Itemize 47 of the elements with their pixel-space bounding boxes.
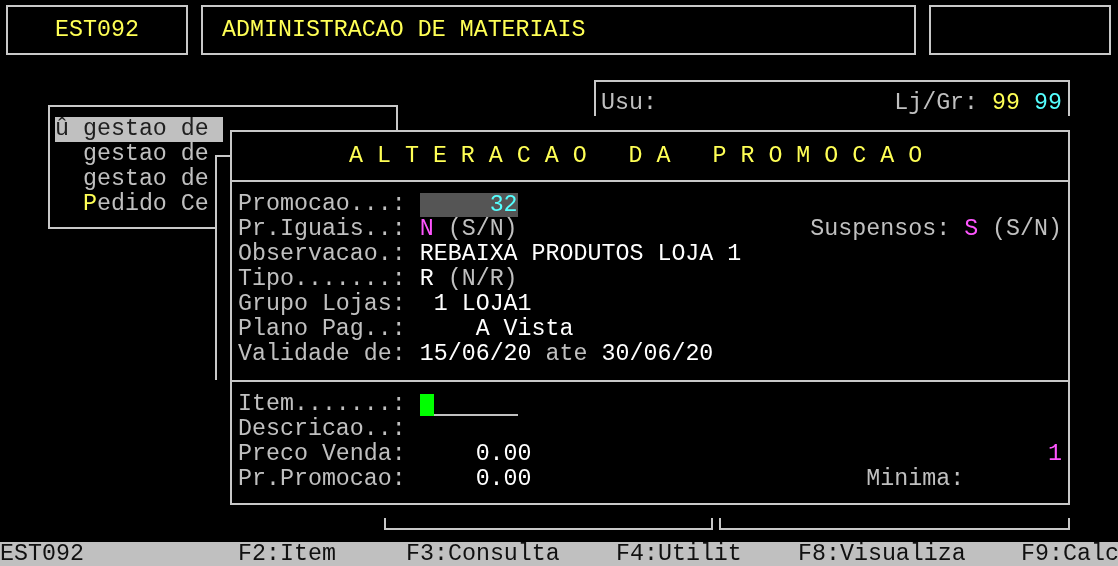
field-label: Item.......: <box>238 392 407 417</box>
field-label: Grupo Lojas: <box>238 292 407 317</box>
field-label: Pr.Promocao: <box>238 467 407 492</box>
promotion-number-field[interactable]: 32 <box>419 192 518 217</box>
field-label: Validade de: <box>238 342 407 367</box>
function-key-hint[interactable]: F4:Utilit <box>616 542 798 566</box>
date-value: 15/06/20 <box>419 342 532 367</box>
field-label: Observacao.: <box>238 242 407 267</box>
function-key-hint[interactable]: F3:Consulta <box>406 542 616 566</box>
menu-item[interactable]: gestao de <box>55 167 209 192</box>
field-value: N <box>419 217 434 242</box>
field-label: Plano Pag..: <box>238 317 407 342</box>
store-number: 99 <box>992 90 1021 116</box>
date-value: 30/06/20 <box>601 342 714 367</box>
field-label: Suspensos: <box>810 217 951 242</box>
program-code: EST092 <box>55 17 139 43</box>
field-label: Promocao...: <box>238 192 407 217</box>
system-title: ADMINISTRACAO DE MATERIAIS <box>222 17 586 43</box>
program-code: EST092 <box>0 542 85 566</box>
menu-item[interactable]: gestao de <box>55 142 209 167</box>
function-key-hint[interactable]: F9:Calc <box>1021 542 1118 566</box>
field-value: 1 <box>1048 442 1062 467</box>
field-hint: (S/N) <box>992 217 1062 242</box>
field-hint: (N/R) <box>447 267 518 292</box>
dialog-title: A L T E R A C A O D A P R O M O C A O <box>349 143 923 169</box>
menu-item[interactable]: û gestao de <box>55 117 223 142</box>
field-value: A Vista <box>474 317 574 342</box>
price-value: 0.00 <box>475 467 532 492</box>
function-key-hint[interactable]: F2:Item <box>238 542 406 566</box>
store-label: Lj/Gr: <box>894 90 979 116</box>
field-label: Pr.Iguais..: <box>238 217 407 242</box>
field-value: S <box>964 217 979 242</box>
field-value: REBAIXA PRODUTOS LOJA 1 <box>419 242 742 267</box>
field-label: Minima: <box>866 467 965 492</box>
user-label: Usu: <box>601 91 657 116</box>
function-key-hint[interactable]: F8:Visualiza <box>798 542 1021 566</box>
text-cursor <box>419 393 434 416</box>
menu-item[interactable]: Pedido Ce <box>55 192 209 217</box>
group-number: 99 <box>1034 90 1062 116</box>
field-value: 1 LOJA1 <box>432 292 532 317</box>
price-value: 0.00 <box>475 442 532 467</box>
field-value: R <box>419 267 434 292</box>
field-label: Preco Venda: <box>238 442 407 467</box>
field-label: Tipo.......: <box>238 267 407 292</box>
field-label: Descricao..: <box>238 417 407 442</box>
range-joiner: ate <box>545 342 588 367</box>
field-hint: (S/N) <box>447 217 518 242</box>
